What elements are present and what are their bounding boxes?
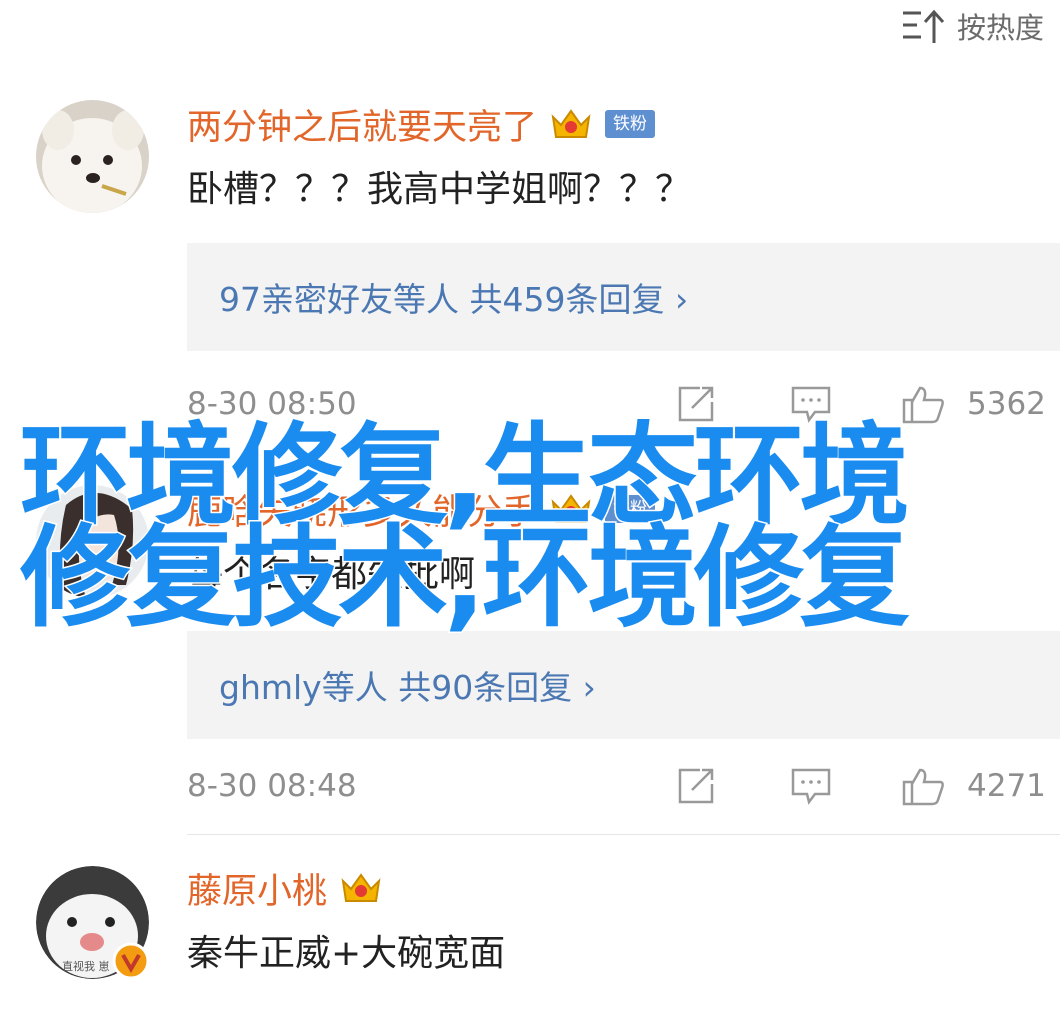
comment-text: 卧槽？？？我高中学姐啊？？？	[187, 169, 692, 210]
username[interactable]: 两分钟之后就要天亮了	[187, 99, 537, 150]
divider	[187, 834, 1060, 835]
like-count: 4271	[967, 768, 1046, 804]
sort-icon	[902, 9, 945, 43]
avatar[interactable]: 直视我 崽	[36, 866, 150, 980]
fan-badge: 铁粉	[605, 110, 656, 138]
sort-by-hot-button[interactable]: 按热度	[901, 6, 1044, 46]
crown-badge-icon	[341, 873, 381, 902]
comment-body: 藤原小桃 秦牛正威+大碗宽面	[187, 866, 1060, 976]
watermark-line-2: 修复技术,环境修复	[19, 514, 912, 642]
replies-link[interactable]: 97亲密好友等人 共459条回复 ›	[187, 243, 1060, 351]
avatar-caption: 直视我 崽	[62, 960, 110, 973]
crown-badge-icon	[551, 109, 591, 138]
comment-meta: 8-30 08:48 4271	[187, 766, 1060, 806]
comment-text: 秦牛正威+大碗宽面	[187, 933, 506, 974]
replies-summary: ghmly等人 共90条回复 ›	[219, 668, 596, 707]
replies-summary: 97亲密好友等人 共459条回复 ›	[219, 280, 689, 319]
replies-link[interactable]: ghmly等人 共90条回复 ›	[187, 631, 1060, 739]
username[interactable]: 藤原小桃	[187, 863, 327, 914]
avatar[interactable]	[36, 100, 149, 213]
share-icon[interactable]	[674, 766, 718, 806]
verified-icon	[112, 942, 150, 980]
like-icon[interactable]	[900, 766, 946, 806]
comment-time: 8-30 08:48	[187, 768, 357, 804]
sort-label: 按热度	[956, 11, 1044, 45]
comment-icon[interactable]	[789, 766, 833, 806]
comment-body: 两分钟之后就要天亮了 铁粉 卧槽？？？我高中学姐啊？？？	[187, 102, 1060, 212]
